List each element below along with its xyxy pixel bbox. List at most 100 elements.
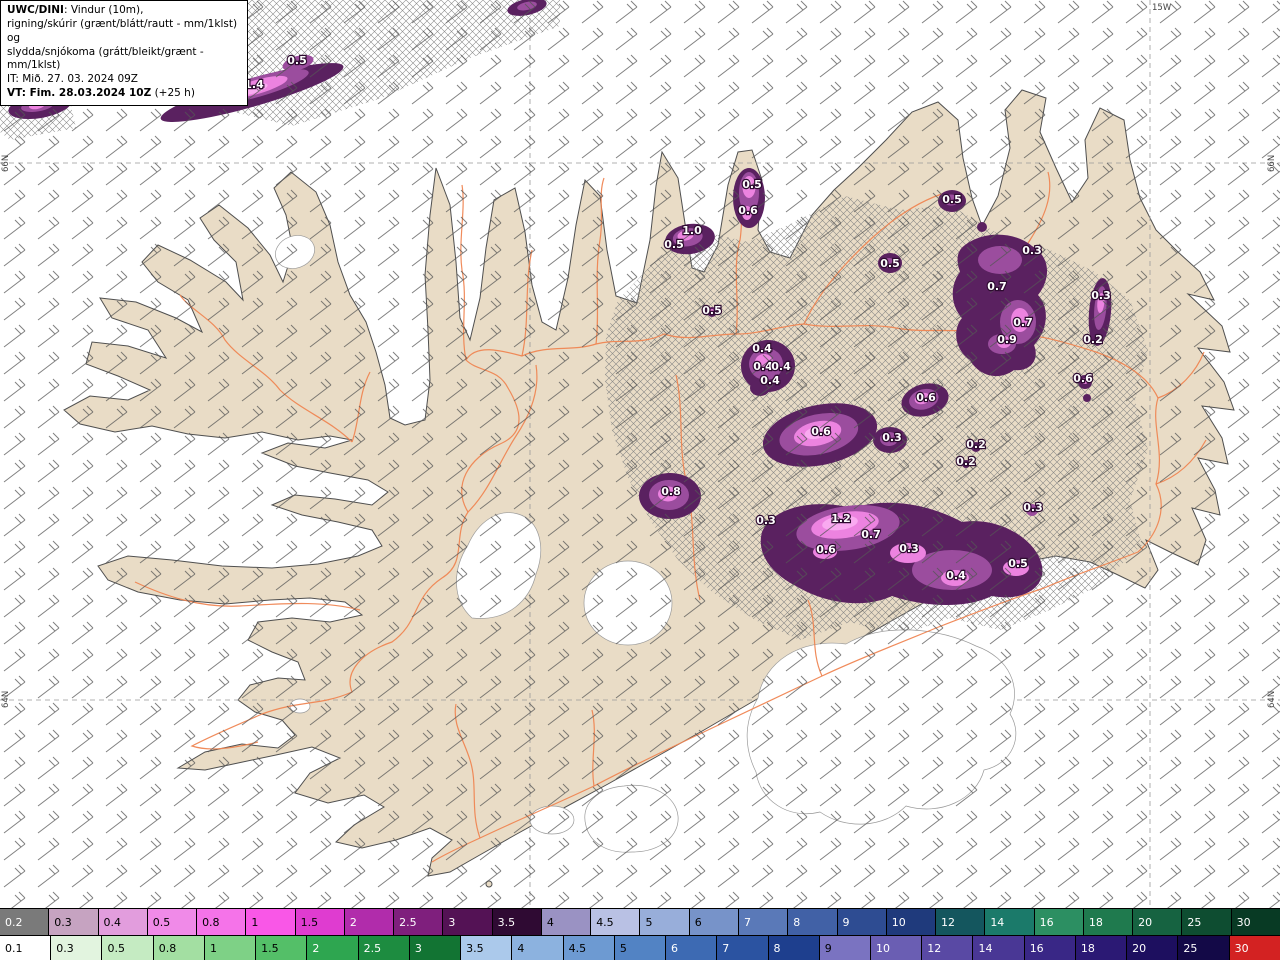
- precip-value-label: 0.6: [816, 543, 836, 556]
- graticule-label: 64N: [1267, 691, 1277, 708]
- precip-value-label: 0.3: [1022, 244, 1042, 257]
- colorbar-cell: 5: [614, 936, 667, 960]
- colorbar-cell: 2.5: [358, 936, 410, 960]
- precip-value-label: 0.3: [1023, 501, 1043, 514]
- colorbar-cell: 3.5: [461, 936, 513, 960]
- colorbar-cell: 4.5: [591, 909, 641, 935]
- colorbar-cell: 3.5: [492, 909, 542, 935]
- colorbar-cell: 14: [985, 909, 1035, 935]
- colorbar-cell: 0.5: [102, 936, 154, 960]
- colorbar-cell: 0.5: [147, 909, 198, 935]
- colorbar-cell: 0.8: [153, 936, 205, 960]
- colorbar-cell: 9: [819, 936, 871, 960]
- precip-value-label: 0.5: [287, 54, 307, 67]
- colorbar-cell: 6: [689, 909, 739, 935]
- colorbar-cell: 1: [204, 936, 257, 960]
- precip-value-label: 0.3: [882, 431, 902, 444]
- legend-line-3: slydda/snjókoma (grátt/bleikt/grænt - mm…: [7, 45, 204, 72]
- precip-value-label: 0.5: [1008, 557, 1028, 570]
- colorbar-cell: 0.2: [0, 909, 50, 935]
- colorbar-cell: 1: [246, 909, 296, 935]
- precip-value-label: 0.4: [752, 342, 772, 355]
- colorbar-cell: 25: [1178, 936, 1230, 960]
- model-name: UWC/DINI: [7, 4, 64, 16]
- precip-value-label: 0.5: [702, 304, 722, 317]
- colorbar-cell: 8: [768, 936, 820, 960]
- colorbar-cell: 30: [1229, 936, 1280, 960]
- colorbar-cell: 4.5: [563, 936, 615, 960]
- precip-value-label: 0.7: [987, 280, 1007, 293]
- colorbar-cell: 0.3: [51, 936, 103, 960]
- precip-value-label: 0.2: [966, 438, 986, 451]
- graticule-label: 66N: [1267, 155, 1277, 172]
- valid-time-line: VT: Fim. 28.03.2024 10Z (+25 h): [7, 87, 241, 101]
- graticule-label: 66N: [1, 155, 11, 172]
- colorbar-cell: 8: [788, 909, 838, 935]
- precip-value-label: 0.3: [899, 542, 919, 555]
- colorbar-cell: 3: [409, 936, 462, 960]
- valid-offset: (+25 h): [154, 87, 195, 100]
- colorbar-cell: 30: [1231, 909, 1280, 935]
- legend-line-2: rigning/skúrir (grænt/blátt/rautt - mm/1…: [7, 17, 238, 44]
- precip-value-label: 0.6: [811, 425, 831, 438]
- precip-value-label: 0.6: [738, 204, 758, 217]
- colorbar-cell: 0.1: [0, 936, 52, 960]
- colorbar-cell: 7: [717, 936, 769, 960]
- precip-value-label: 0.9: [997, 333, 1017, 346]
- precip-value-label: 0.2: [956, 455, 976, 468]
- graticule-label: 15W: [1152, 3, 1172, 13]
- wind-barbs-layer: [0, 0, 1280, 908]
- colorbar-cell: 9: [837, 909, 887, 935]
- precip-value-label: 0.6: [1073, 372, 1093, 385]
- colorbar-cell: 20: [1133, 909, 1183, 935]
- map-area: 15W66N66N64N64N 0.31.40.50.50.61.00.50.5…: [0, 0, 1280, 908]
- colorbar-cell: 14: [973, 936, 1025, 960]
- colorbar-cell: 10: [886, 909, 937, 935]
- precip-value-label: 0.6: [916, 391, 936, 404]
- precip-value-label: 0.4: [946, 569, 966, 582]
- colorbar-cell: 7: [738, 909, 789, 935]
- legend-line-1: UWC/DINI: Vindur (10m),: [7, 4, 241, 18]
- colorbar-cell: 4: [541, 909, 592, 935]
- precip-value-label: 1.2: [831, 512, 851, 525]
- sleet-snow-colorbar: 0.2 0.3 0.4 0.5 0.8 1 1.5 2 2.5 3 3.5 4 4.5 5 6 7 8 9 10 12…: [0, 909, 1280, 935]
- precip-value-label: 0.4: [753, 360, 773, 373]
- precip-value-label: 0.3: [1091, 289, 1111, 302]
- colorbar-cell: 18: [1083, 909, 1134, 935]
- colorbar-cell: 1.5: [295, 909, 345, 935]
- colorbar-cell: 0.3: [49, 909, 99, 935]
- precip-value-label: 1.0: [682, 224, 702, 237]
- colorbar-cell: 2: [344, 909, 395, 935]
- graticule-label: 64N: [1, 691, 11, 708]
- colorbar-cell: 2.5: [394, 909, 444, 935]
- precip-value-label: 0.5: [664, 238, 684, 251]
- colorbar-cell: 12: [922, 936, 974, 960]
- valid-time: VT: Fim. 28.03.2024 10Z: [7, 87, 152, 100]
- colorbar-cell: 0.8: [197, 909, 247, 935]
- precip-value-label: 0.7: [861, 528, 881, 541]
- map-svg: 15W66N66N64N64N 0.31.40.50.50.61.00.50.5…: [0, 0, 1280, 908]
- rain-colorbar: 0.1 0.3 0.5 0.8 1 1.5 2 2.5 3 3.5 4 4.5 5 6 7 8 9 10 12 14 1…: [0, 935, 1280, 960]
- colorbar-cell: 2: [307, 936, 359, 960]
- colorbar-cell: 16: [1024, 936, 1076, 960]
- colorbar-cell: 20: [1127, 936, 1179, 960]
- colorbar-cell: 18: [1075, 936, 1128, 960]
- colorbar-cell: 10: [870, 936, 923, 960]
- precip-value-label: 0.5: [742, 178, 762, 191]
- colorbars: 0.2 0.3 0.4 0.5 0.8 1 1.5 2 2.5 3 3.5 4 4.5 5 6 7 8 9 10 12…: [0, 908, 1280, 960]
- weather-map-page: 15W66N66N64N64N 0.31.40.50.50.61.00.50.5…: [0, 0, 1280, 960]
- colorbar-cell: 16: [1034, 909, 1084, 935]
- colorbar-cell: 3: [443, 909, 493, 935]
- precip-value-label: 0.3: [756, 514, 776, 527]
- colorbar-cell: 6: [666, 936, 718, 960]
- precip-value-label: 0.4: [771, 360, 791, 373]
- precip-value-label: 0.5: [880, 257, 900, 270]
- colorbar-cell: 12: [936, 909, 986, 935]
- precip-value-label: 0.5: [942, 193, 962, 206]
- colorbar-cell: 5: [640, 909, 690, 935]
- legend-line-1-text: : Vindur (10m),: [63, 4, 144, 16]
- colorbar-cell: 25: [1182, 909, 1232, 935]
- init-time: IT: Mið. 27. 03. 2024 09Z: [7, 73, 138, 86]
- colorbar-cell: 1.5: [256, 936, 308, 960]
- precip-value-label: 0.8: [661, 485, 681, 498]
